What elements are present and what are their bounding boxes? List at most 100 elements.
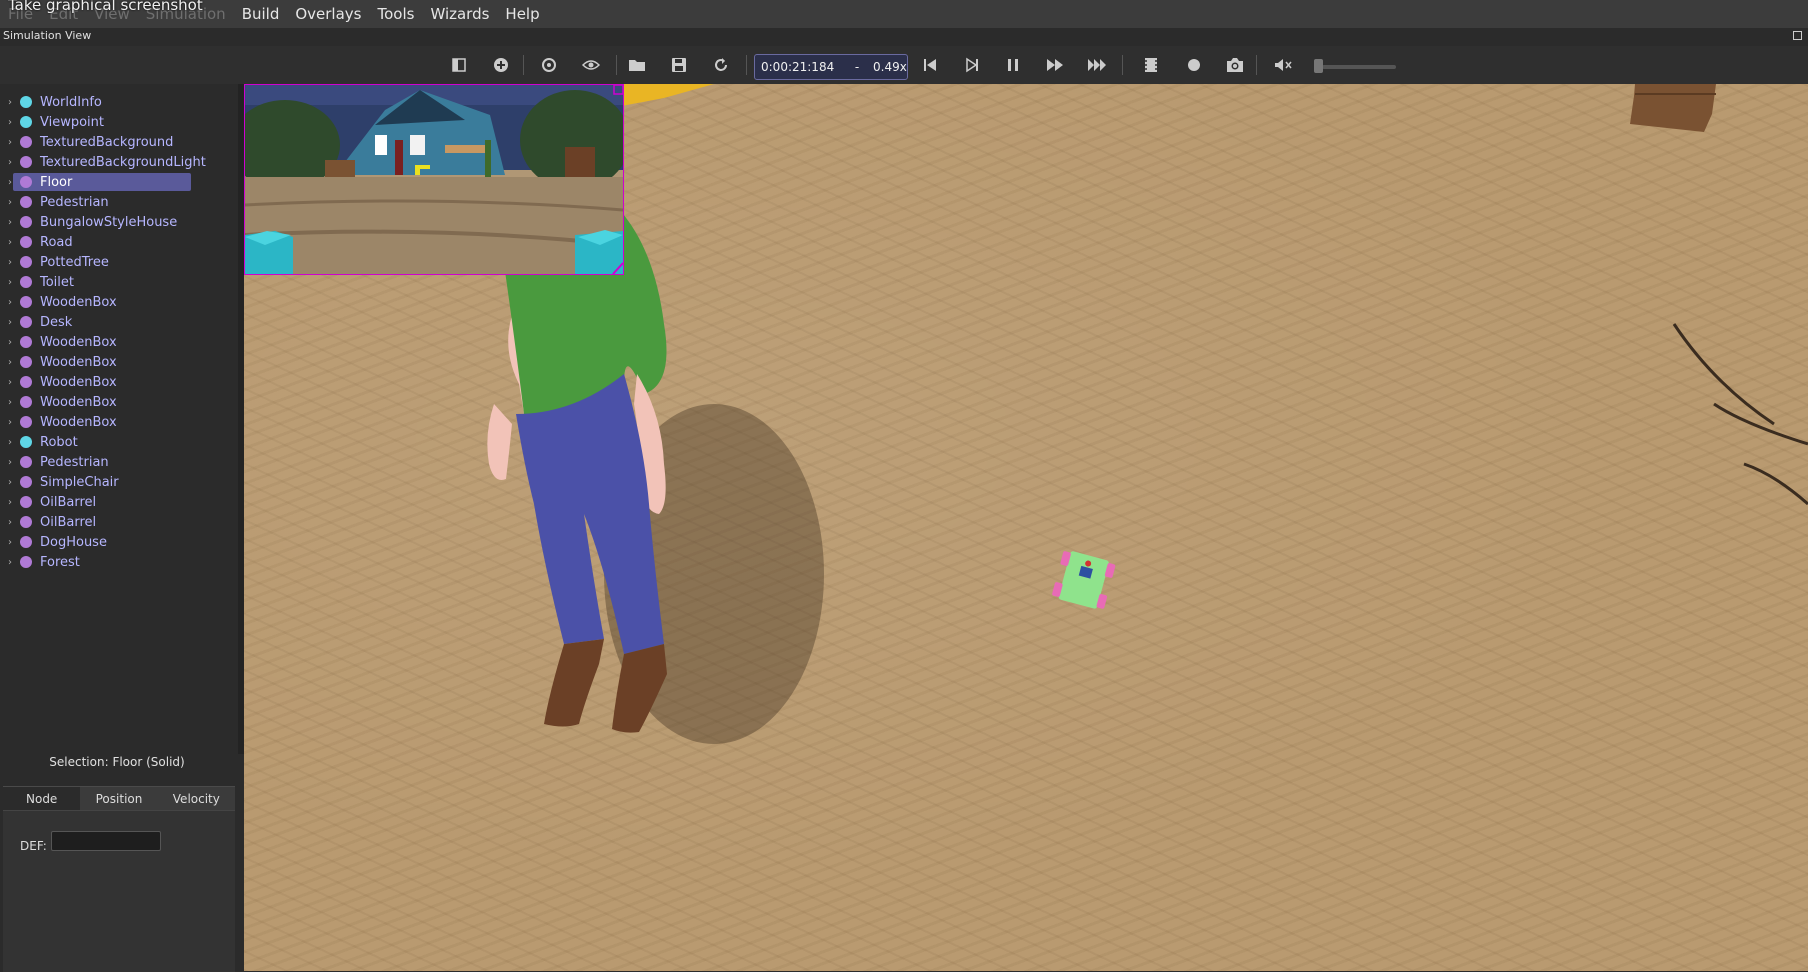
toggle-scene-tree-icon[interactable] (446, 54, 472, 76)
expand-arrow-icon[interactable]: › (0, 137, 20, 148)
scene-tree-item[interactable]: › Pedestrian (0, 192, 244, 212)
eye-icon[interactable] (578, 54, 604, 76)
scene-tree-item[interactable]: › WoodenBox (0, 352, 244, 372)
fastest-icon[interactable] (1084, 54, 1110, 76)
save-world-icon[interactable] (666, 54, 692, 76)
expand-arrow-icon[interactable]: › (0, 177, 20, 188)
menu-overlays[interactable]: Overlays (287, 5, 369, 23)
scene-tree-item[interactable]: › TexturedBackground (0, 132, 244, 152)
expand-arrow-icon[interactable]: › (0, 277, 20, 288)
scene-tree-item[interactable]: › Robot (0, 432, 244, 452)
reset-simulation-icon[interactable] (917, 54, 943, 76)
expand-arrow-icon[interactable]: › (0, 397, 20, 408)
scene-tree-item[interactable]: › WoodenBox (0, 292, 244, 312)
scene-tree-item[interactable]: › SimpleChair (0, 472, 244, 492)
scene-tree-item[interactable]: › WoodenBox (0, 332, 244, 352)
scene-tree-item[interactable]: › Floor (0, 172, 244, 192)
camera-overlay[interactable] (244, 84, 624, 275)
menu-bar: File Edit View Simulation Build Overlays… (0, 0, 1808, 28)
scene-tree-item[interactable]: › Road (0, 232, 244, 252)
menu-help[interactable]: Help (497, 5, 547, 23)
simulation-view-title: Simulation View (3, 29, 92, 42)
node-type-icon (20, 536, 32, 548)
scene-tree-item[interactable]: › DogHouse (0, 532, 244, 552)
expand-arrow-icon[interactable]: › (0, 537, 20, 548)
scene-tree-item[interactable]: › BungalowStyleHouse (0, 212, 244, 232)
node-type-icon (20, 436, 32, 448)
def-input[interactable] (51, 831, 161, 851)
menu-build[interactable]: Build (234, 5, 288, 23)
volume-slider[interactable] (1322, 65, 1396, 69)
menu-tools[interactable]: Tools (369, 5, 422, 23)
expand-arrow-icon[interactable]: › (0, 457, 20, 468)
tab-position[interactable]: Position (80, 786, 158, 810)
scene-tree-item[interactable]: › Viewpoint (0, 112, 244, 132)
expand-arrow-icon[interactable]: › (0, 257, 20, 268)
expand-arrow-icon[interactable]: › (0, 157, 20, 168)
menu-wizards[interactable]: Wizards (422, 5, 497, 23)
tab-velocity[interactable]: Velocity (157, 786, 235, 810)
expand-arrow-icon[interactable]: › (0, 237, 20, 248)
expand-arrow-icon[interactable]: › (0, 97, 20, 108)
fast-forward-icon[interactable] (1042, 54, 1068, 76)
expand-arrow-icon[interactable]: › (0, 417, 20, 428)
scene-tree-item[interactable]: › TexturedBackgroundLight (0, 152, 244, 172)
step-icon[interactable] (959, 54, 985, 76)
scene-tree-item[interactable]: › WorldInfo (0, 92, 244, 112)
scene-tree-item[interactable]: › PottedTree (0, 252, 244, 272)
scene-tree-item[interactable]: › WoodenBox (0, 412, 244, 432)
node-type-icon (20, 396, 32, 408)
expand-arrow-icon[interactable]: › (0, 217, 20, 228)
mute-icon[interactable] (1270, 54, 1296, 76)
node-type-icon (20, 116, 32, 128)
time-separator: - (854, 60, 860, 74)
scene-tree-item-label: TexturedBackgroundLight (40, 154, 206, 170)
expand-arrow-icon[interactable]: › (0, 297, 20, 308)
expand-arrow-icon[interactable]: › (0, 337, 20, 348)
reset-viewpoint-icon[interactable] (536, 54, 562, 76)
node-type-icon (20, 236, 32, 248)
pause-icon[interactable] (1000, 54, 1026, 76)
node-type-icon (20, 556, 32, 568)
expand-arrow-icon[interactable]: › (0, 317, 20, 328)
add-node-icon[interactable] (488, 54, 514, 76)
expand-arrow-icon[interactable]: › (0, 377, 20, 388)
scene-tree-item-label: Forest (40, 554, 80, 570)
scene-tree-item-label: Toilet (40, 274, 75, 290)
restore-window-icon[interactable] (1793, 31, 1802, 40)
expand-arrow-icon[interactable]: › (0, 477, 20, 488)
simulation-time: 0:00:21:184 (761, 60, 835, 74)
expand-arrow-icon[interactable]: › (0, 357, 20, 368)
scene-tree-item[interactable]: › Forest (0, 552, 244, 572)
scene-tree-item-label: WoodenBox (40, 334, 117, 350)
tab-node[interactable]: Node (3, 786, 81, 810)
reload-world-icon[interactable] (708, 54, 734, 76)
record-circle-icon[interactable] (1181, 54, 1207, 76)
scene-tree-item[interactable]: › OilBarrel (0, 512, 244, 532)
expand-arrow-icon[interactable]: › (0, 437, 20, 448)
3d-view[interactable] (244, 84, 1808, 971)
scene-tree-item[interactable]: › OilBarrel (0, 492, 244, 512)
node-type-icon (20, 496, 32, 508)
node-type-icon (20, 456, 32, 468)
scene-tree-item-label: Viewpoint (40, 114, 105, 130)
scene-tree-item[interactable]: › WoodenBox (0, 372, 244, 392)
expand-arrow-icon[interactable]: › (0, 117, 20, 128)
scene-tree-item-label: WoodenBox (40, 294, 117, 310)
open-world-icon[interactable] (624, 54, 650, 76)
record-movie-icon[interactable] (1138, 54, 1164, 76)
simulation-time-display: 0:00:21:184 - 0.49x (754, 54, 908, 80)
camera-icon[interactable] (1222, 54, 1248, 76)
expand-arrow-icon[interactable]: › (0, 557, 20, 568)
scene-tree-item[interactable]: › Pedestrian (0, 452, 244, 472)
node-type-icon (20, 516, 32, 528)
expand-arrow-icon[interactable]: › (0, 197, 20, 208)
node-type-icon (20, 176, 32, 188)
scene-tree-item[interactable]: › Toilet (0, 272, 244, 292)
expand-arrow-icon[interactable]: › (0, 517, 20, 528)
volume-slider-handle[interactable] (1314, 59, 1323, 73)
expand-arrow-icon[interactable]: › (0, 497, 20, 508)
scene-tree-item[interactable]: › WoodenBox (0, 392, 244, 412)
node-type-icon (20, 196, 32, 208)
scene-tree-item[interactable]: › Desk (0, 312, 244, 332)
